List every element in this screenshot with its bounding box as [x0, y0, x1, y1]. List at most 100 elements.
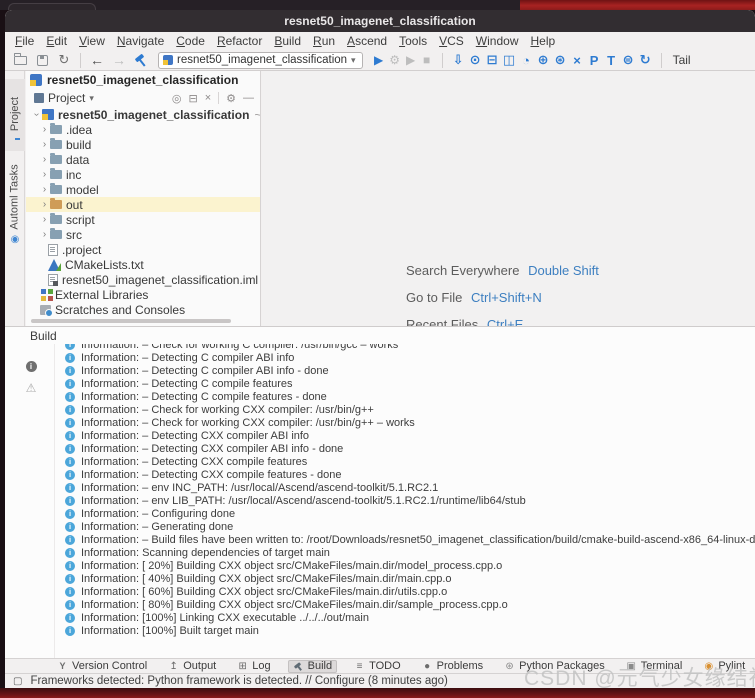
automl-tab-label: Automl Tasks	[9, 163, 21, 230]
log-line-text: Information: – Detecting CXX compiler AB…	[81, 429, 310, 442]
locate-icon[interactable]: ◎	[172, 92, 182, 105]
tree-item[interactable]: Scratches and Consoles	[26, 302, 260, 317]
ascend-tool-icon[interactable]: ×	[569, 53, 586, 68]
tree-item[interactable]: script	[26, 212, 260, 227]
tool-window-tab-label: Pylint	[718, 660, 746, 672]
chevron-icon[interactable]	[39, 229, 50, 240]
tree-item[interactable]: out	[26, 197, 260, 212]
window-icon[interactable]: ▢	[13, 676, 22, 687]
back-icon[interactable]: ←	[88, 51, 106, 69]
project-tab-label: Project	[9, 96, 21, 131]
menu-item[interactable]: Run	[311, 34, 337, 48]
ascend-tool-icon[interactable]: T	[603, 53, 620, 68]
tool-window-tab[interactable]: Build	[287, 659, 338, 673]
menu-item[interactable]: Refactor	[215, 34, 264, 48]
forward-icon[interactable]: →	[110, 51, 128, 69]
tool-window-tab[interactable]: Output	[164, 660, 220, 673]
menu-item[interactable]: Ascend	[345, 34, 389, 48]
tool-window-tab[interactable]: Pylint	[699, 660, 749, 673]
tool-window-tab[interactable]: Version Control	[53, 660, 151, 673]
tree-item-label: script	[66, 212, 95, 227]
ascend-tool-icon[interactable]: P	[586, 53, 603, 68]
ascend-tool-icon[interactable]: ⊙	[467, 52, 484, 68]
tool-window-tab-project[interactable]: Project	[5, 79, 25, 151]
menu-item[interactable]: VCS	[437, 34, 466, 48]
tail-button[interactable]: Tail	[673, 53, 691, 67]
window-titlebar[interactable]: resnet50_imagenet_classification	[5, 10, 755, 32]
tree-item-icon	[40, 304, 53, 317]
ascend-tool-icon[interactable]: ↻	[637, 52, 654, 68]
chevron-icon[interactable]	[39, 199, 50, 210]
chevron-down-icon[interactable]: ▾	[89, 93, 94, 104]
info-icon	[65, 482, 75, 493]
menu-item[interactable]: View	[77, 34, 107, 48]
status-bar: ▢ Frameworks detected: Python framework …	[5, 673, 755, 688]
hide-icon[interactable]: —	[243, 92, 254, 104]
ascend-tool-icon[interactable]: ◫	[501, 52, 518, 68]
tool-window-tab[interactable]: Python Packages	[500, 660, 609, 673]
run-control-icon[interactable]: ▶	[371, 53, 387, 67]
chevron-icon[interactable]	[31, 109, 42, 120]
tree-item[interactable]: .idea	[26, 122, 260, 137]
ascend-tool-icon[interactable]: ⊜	[620, 52, 637, 68]
info-icon	[65, 352, 75, 363]
tree-item[interactable]: .project	[26, 242, 260, 257]
menu-item[interactable]: Edit	[44, 34, 69, 48]
ascend-tool-icon[interactable]: ⊕	[535, 52, 552, 68]
tool-window-tab[interactable]: TODO	[350, 660, 405, 673]
tree-item[interactable]: inc	[26, 167, 260, 182]
run-configuration-selector[interactable]: resnet50_imagenet_classification ▾	[158, 51, 363, 69]
chevron-icon[interactable]	[39, 169, 50, 180]
automl-icon: ◉	[10, 233, 20, 245]
ascend-tool-icon[interactable]: ⊟	[484, 52, 501, 68]
tool-window-tab[interactable]: Problems	[418, 660, 487, 673]
ascend-tool-icon[interactable]: ⇩	[450, 52, 467, 68]
chevron-icon[interactable]	[39, 139, 50, 150]
scrollbar-thumb[interactable]	[31, 319, 231, 323]
status-message[interactable]: Frameworks detected: Python framework is…	[30, 675, 447, 687]
chevron-icon[interactable]	[39, 124, 50, 135]
ascend-tool-icon[interactable]: ◔	[518, 53, 535, 68]
run-control-icon[interactable]: ▶	[403, 53, 419, 67]
menu-item[interactable]: Window	[474, 34, 521, 48]
close-icon[interactable]: ×	[205, 92, 211, 104]
sync-icon[interactable]: ↻	[55, 51, 73, 69]
build-hammer-icon[interactable]	[132, 51, 150, 69]
tool-window-tab[interactable]: Log	[233, 660, 274, 673]
menu-item[interactable]: Navigate	[115, 34, 166, 48]
gear-icon[interactable]: ⚙	[226, 92, 236, 105]
run-control-icon[interactable]: ■	[419, 53, 435, 67]
tool-window-tab-automl-tasks[interactable]: Automl Tasks ◉	[5, 157, 25, 249]
tree-item[interactable]: data	[26, 152, 260, 167]
tree-item[interactable]: src	[26, 227, 260, 242]
menu-item[interactable]: Help	[528, 34, 557, 48]
chevron-icon[interactable]	[39, 214, 50, 225]
main-area: resnet50_imagenet_classification Project…	[5, 71, 755, 326]
warning-filter-button[interactable]: ⚠	[23, 380, 39, 396]
log-line: Information: – Detecting CXX compiler AB…	[65, 442, 755, 455]
menu-item[interactable]: Code	[174, 34, 207, 48]
build-log: Information: – Check for working C compi…	[56, 338, 755, 658]
project-view-selector[interactable]: Project	[48, 91, 85, 105]
tool-window-tab-icon	[504, 661, 515, 672]
menu-item[interactable]: Build	[272, 34, 303, 48]
open-icon[interactable]	[11, 51, 29, 69]
shortcut-hint: Search Everywhere Double Shift	[406, 263, 599, 281]
tree-item[interactable]: resnet50_imagenet_classification ~/Downl	[26, 107, 260, 122]
tree-item[interactable]: model	[26, 182, 260, 197]
ascend-tool-icon[interactable]: ⊛	[552, 52, 569, 68]
tool-window-tab[interactable]: Terminal	[622, 660, 687, 673]
tree-item[interactable]: CMakeLists.txt	[26, 257, 260, 272]
log-line-text: Information: – Generating done	[81, 520, 234, 533]
menu-item[interactable]: Tools	[397, 34, 429, 48]
info-filter-button[interactable]: i	[23, 358, 39, 374]
run-control-icon[interactable]: ⚙	[387, 53, 403, 67]
collapse-all-icon[interactable]: ⊟	[188, 92, 197, 105]
chevron-icon[interactable]	[39, 184, 50, 195]
menu-item[interactable]: File	[13, 34, 36, 48]
tree-item[interactable]: resnet50_imagenet_classification.iml	[26, 272, 260, 287]
tree-item[interactable]: External Libraries	[26, 287, 260, 302]
tree-item[interactable]: build	[26, 137, 260, 152]
save-all-icon[interactable]	[33, 51, 51, 69]
chevron-icon[interactable]	[39, 154, 50, 165]
